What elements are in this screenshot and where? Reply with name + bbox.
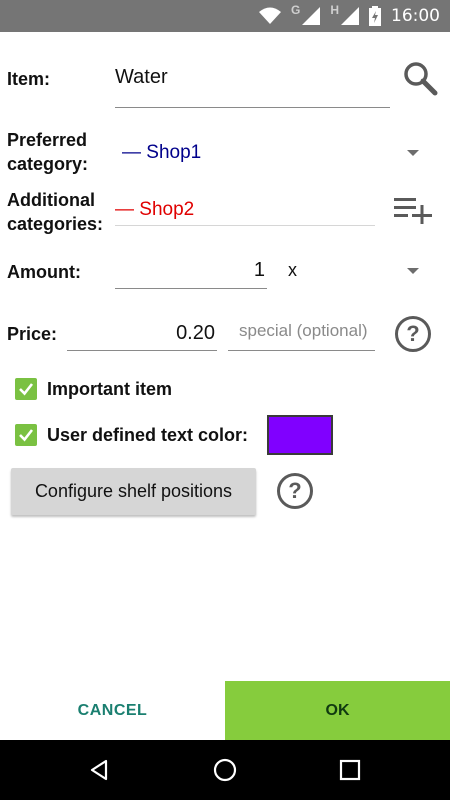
item-input[interactable]: Water [115, 66, 168, 89]
special-price-underline [228, 350, 375, 351]
configure-shelf-positions-button[interactable]: Configure shelf positions [11, 468, 256, 515]
navigation-bar [0, 740, 450, 800]
checkmark-icon [19, 429, 34, 442]
amount-input[interactable]: 1 [115, 259, 267, 282]
preferred-category-label: Preferred category: [7, 130, 89, 174]
user-text-color-checkbox[interactable] [15, 424, 37, 446]
price-label: Price: [7, 324, 58, 344]
additional-categories-value[interactable]: — Shop2 [115, 199, 194, 221]
recents-icon[interactable] [332, 752, 368, 788]
cancel-button[interactable]: CANCEL [0, 681, 225, 740]
amount-input-underline [115, 288, 267, 289]
status-bar: G H 16:00 [0, 0, 450, 32]
network-h-label: H [330, 3, 339, 17]
dialog-footer: CANCEL OK [0, 681, 450, 740]
home-icon[interactable] [207, 752, 243, 788]
preferred-category-select[interactable]: — Shop1 [122, 142, 201, 164]
special-price-input[interactable]: special (optional) [239, 321, 368, 341]
item-label: Item: [7, 69, 51, 89]
wifi-icon [258, 7, 281, 24]
important-item-checkbox[interactable] [15, 378, 37, 400]
additional-categories-label: Additional categories: [7, 190, 104, 234]
network-g-label: G [290, 3, 301, 17]
price-input[interactable]: 0.20 [67, 322, 215, 345]
additional-categories-underline [115, 225, 375, 226]
chevron-down-icon[interactable] [407, 268, 419, 274]
battery-icon [369, 6, 381, 26]
search-icon[interactable] [402, 60, 438, 96]
text-color-swatch[interactable] [267, 415, 333, 455]
important-item-label: Important item [47, 379, 173, 399]
signal-icon [302, 7, 321, 25]
signal-icon [341, 7, 359, 25]
amount-unit-select[interactable]: x [288, 260, 297, 281]
chevron-down-icon[interactable] [407, 150, 419, 156]
ok-button[interactable]: OK [225, 681, 450, 740]
amount-label: Amount: [7, 262, 81, 282]
price-input-underline [67, 350, 217, 351]
checkmark-icon [19, 383, 34, 396]
back-icon[interactable] [82, 752, 118, 788]
price-help-icon[interactable]: ? [395, 316, 431, 352]
item-input-underline [115, 107, 390, 108]
status-time: 16:00 [391, 6, 440, 26]
shelf-help-icon[interactable]: ? [277, 473, 313, 509]
add-list-icon[interactable] [394, 196, 434, 224]
user-text-color-label: User defined text color: [47, 425, 249, 445]
